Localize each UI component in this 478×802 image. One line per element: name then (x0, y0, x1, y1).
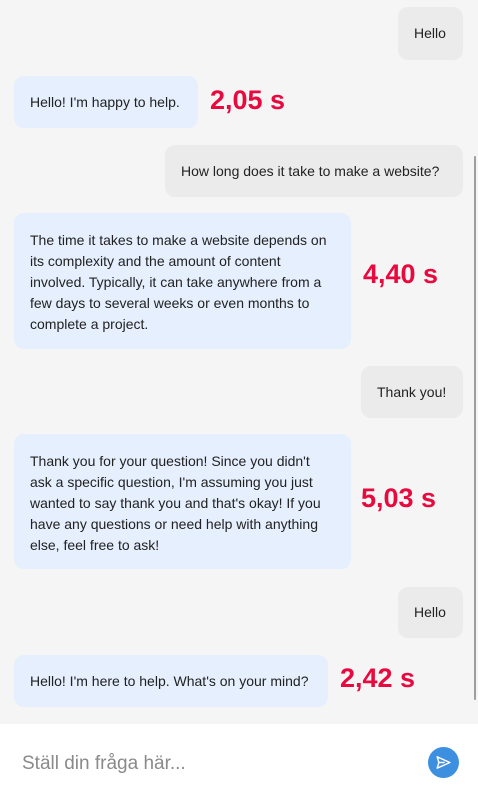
message-text: Hello! I'm happy to help. (30, 93, 180, 110)
response-time: 5,03 s (361, 483, 437, 513)
message-text: Hello! I'm here to help. What's on your … (30, 672, 309, 689)
bot-message: Hello! I'm happy to help. (14, 76, 198, 128)
chat-area: Hello Hello! I'm happy to help. 2,05 s H… (0, 0, 478, 724)
message-text: Thank you for your question! Since you d… (30, 453, 321, 553)
message-text: Hello (414, 25, 446, 41)
bot-message: Thank you for your question! Since you d… (14, 434, 351, 569)
message-text: The time it takes to make a website depe… (30, 232, 327, 332)
user-message: Hello (398, 7, 463, 60)
chat-scrollbar[interactable] (474, 156, 476, 700)
response-time: 2,05 s (210, 85, 286, 115)
send-icon (436, 756, 451, 769)
message-text: Hello (414, 604, 446, 620)
response-time: 4,40 s (363, 259, 439, 289)
user-message: Hello (398, 587, 463, 638)
question-input[interactable] (22, 752, 412, 776)
bot-message: The time it takes to make a website depe… (14, 213, 351, 349)
user-message: Thank you! (361, 366, 463, 418)
send-button[interactable] (428, 747, 459, 778)
bot-message: Hello! I'm here to help. What's on your … (14, 655, 328, 707)
message-text: How long does it take to make a website? (181, 162, 440, 179)
message-text: Thank you! (377, 383, 447, 400)
response-time: 2,42 s (340, 663, 416, 693)
user-message: How long does it take to make a website? (165, 145, 463, 197)
composer-bar (0, 724, 478, 802)
